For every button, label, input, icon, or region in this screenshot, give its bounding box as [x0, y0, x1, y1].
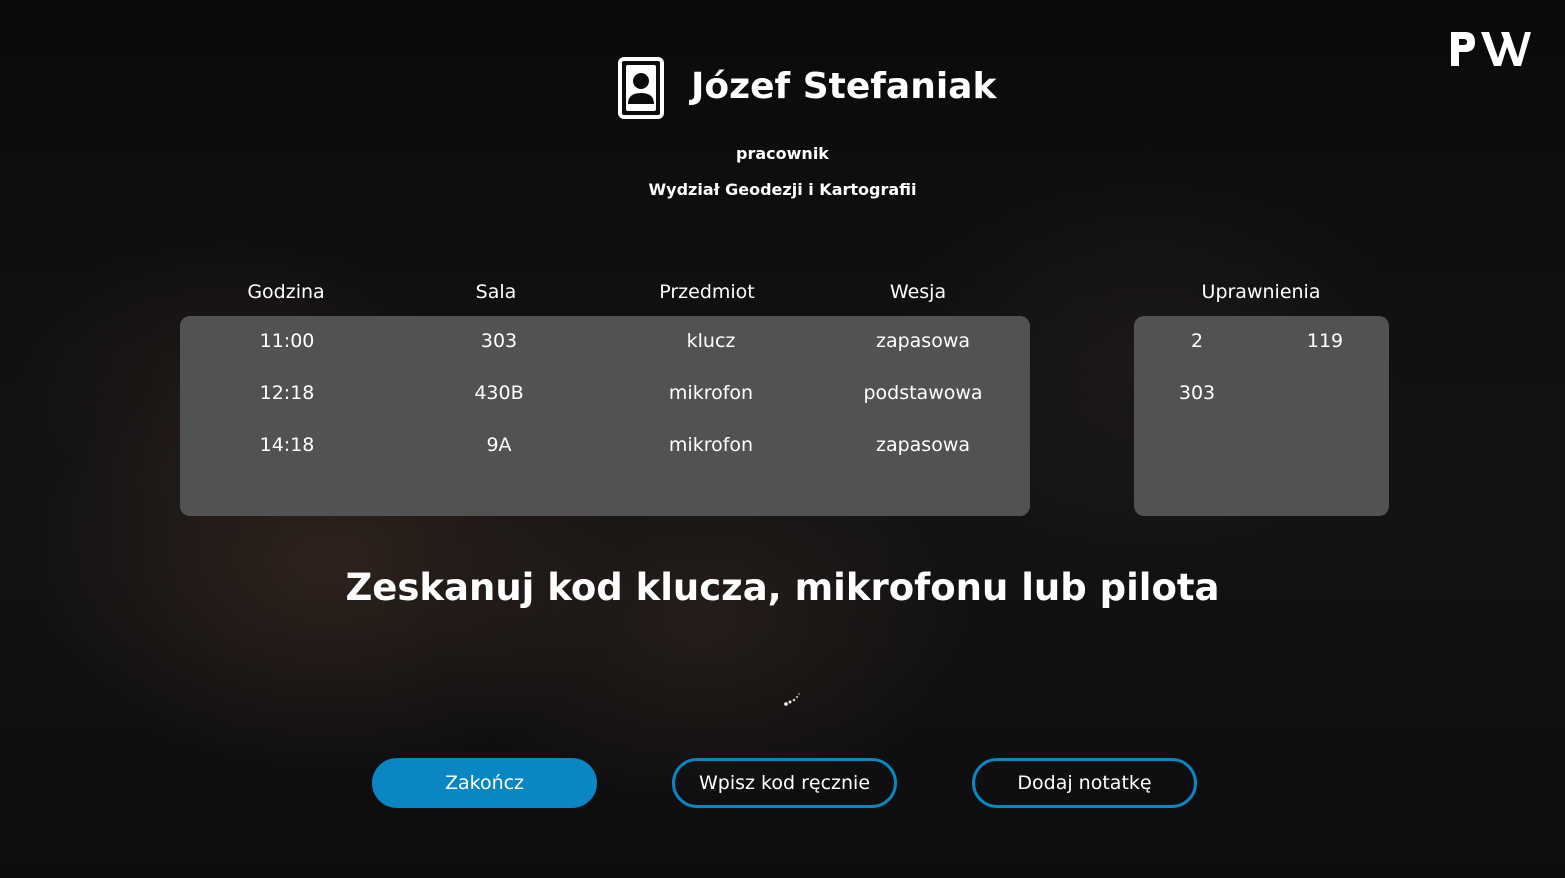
cell-subject: mikrofon [668, 434, 754, 456]
cell-room: 303 [480, 330, 518, 352]
cell-subject: mikrofon [668, 382, 754, 404]
cell-room: 9A [486, 434, 512, 456]
column-header-room: Sala [475, 281, 517, 303]
loading-spinner-icon [784, 693, 800, 706]
user-header: Józef Stefaniak [0, 56, 1565, 120]
finish-button[interactable]: Zakończ [372, 758, 597, 808]
user-name: Józef Stefaniak [691, 66, 997, 107]
permissions-list: 2 119 303 [1134, 316, 1389, 516]
cell-room: 430B [474, 382, 524, 404]
cell-subject: klucz [686, 330, 736, 352]
cell-version: podstawowa [863, 382, 983, 404]
schedule-table: 11:00 303 klucz zapasowa 12:18 430B mikr… [180, 316, 1030, 516]
permission-item: 303 [1178, 382, 1216, 404]
cell-version: zapasowa [875, 434, 971, 456]
user-faculty: Wydział Geodezji i Kartografii [648, 180, 917, 199]
user-avatar-icon [618, 57, 664, 119]
column-header-subject: Przedmiot [659, 281, 755, 303]
cell-time: 14:18 [259, 434, 315, 456]
column-header-version: Wesja [889, 281, 947, 303]
cell-time: 11:00 [259, 330, 315, 352]
column-header-permissions: Uprawnienia [1201, 281, 1321, 303]
permission-item: 119 [1306, 330, 1344, 352]
cell-version: zapasowa [875, 330, 971, 352]
cell-time: 12:18 [259, 382, 315, 404]
add-note-button[interactable]: Dodaj notatkę [972, 758, 1197, 808]
scan-prompt: Zeskanuj kod klucza, mikrofonu lub pilot… [345, 566, 1220, 609]
manual-code-button[interactable]: Wpisz kod ręcznie [672, 758, 897, 808]
column-header-time: Godzina [247, 281, 325, 303]
user-role: pracownik [736, 144, 829, 163]
